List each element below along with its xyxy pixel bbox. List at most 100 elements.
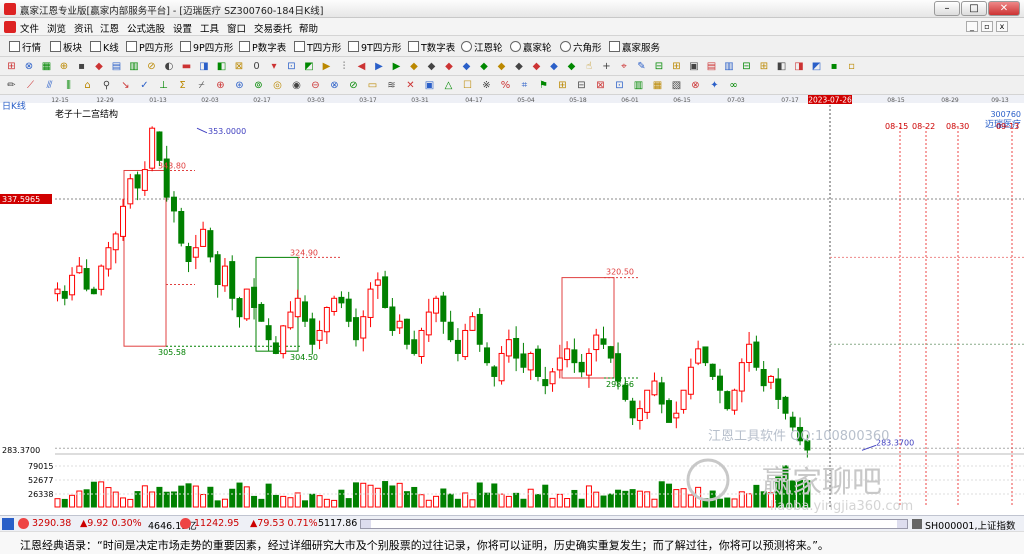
chart-tool-icon[interactable]: ◩ — [304, 61, 315, 72]
chart-tool-icon[interactable]: ⊗ — [24, 61, 35, 72]
chart-tool-icon[interactable]: ☝ — [584, 61, 595, 72]
drawing-tool-icon[interactable]: ⚑ — [538, 80, 549, 91]
grid-menu-icon[interactable] — [2, 518, 14, 530]
chart-tool-icon[interactable]: ◆ — [496, 61, 507, 72]
toolbar-8[interactable]: T数字表 — [421, 40, 455, 54]
chart-tool-icon[interactable]: ⊡ — [286, 61, 297, 72]
toolbar-6[interactable]: T四方形 — [307, 40, 341, 54]
chart-tool-icon[interactable]: ▫ — [846, 61, 857, 72]
toolbar-9[interactable]: 江恩轮 — [474, 40, 503, 54]
drawing-tool-icon[interactable]: ⊖ — [310, 80, 321, 91]
toolbar-7[interactable]: 9T四方形 — [361, 40, 401, 54]
drawing-tool-icon[interactable]: ⊠ — [595, 80, 606, 91]
mdi-restore-button[interactable]: ▫ — [981, 21, 993, 32]
horizontal-scrollbar[interactable] — [360, 519, 908, 529]
maximize-button[interactable]: □ — [961, 1, 987, 16]
kline-chart[interactable]: 12-15 12-29 01-13 02-03 02-17 03-03 03-17 03-31… — [0, 95, 1024, 515]
drawing-tool-icon[interactable]: ⊗ — [329, 80, 340, 91]
drawing-tool-icon[interactable]: ⌗ — [519, 80, 530, 91]
chart-tool-icon[interactable]: ▶ — [374, 61, 385, 72]
chart-tool-icon[interactable]: ◆ — [566, 61, 577, 72]
chart-tool-icon[interactable]: ▬ — [181, 61, 192, 72]
chart-tool-icon[interactable]: ▾ — [269, 61, 280, 72]
chart-tool-icon[interactable]: + — [601, 61, 612, 72]
chart-tool-icon[interactable]: ⌖ — [619, 61, 630, 72]
chart-tool-icon[interactable]: ▣ — [689, 61, 700, 72]
chart-tool-icon[interactable]: ◆ — [444, 61, 455, 72]
toolbar-3[interactable]: P四方形 — [139, 40, 173, 54]
toolbar-11[interactable]: 六角形 — [573, 40, 602, 54]
drawing-tool-icon[interactable]: ▣ — [424, 80, 435, 91]
menu-5[interactable]: 设置 — [173, 21, 192, 35]
drawing-tool-icon[interactable]: % — [500, 80, 511, 91]
drawing-tool-icon[interactable]: ⊟ — [576, 80, 587, 91]
drawing-tool-icon[interactable]: ▭ — [367, 80, 378, 91]
drawing-tool-icon[interactable]: ≋ — [386, 80, 397, 91]
drawing-tool-icon[interactable]: ⊕ — [215, 80, 226, 91]
chart-tool-icon[interactable]: ⊕ — [59, 61, 70, 72]
minimize-button[interactable]: – — [934, 1, 960, 16]
drawing-tool-icon[interactable]: ⊗ — [690, 80, 701, 91]
drawing-tool-icon[interactable]: ⊞ — [557, 80, 568, 91]
mdi-close-button[interactable]: x — [996, 21, 1008, 32]
chart-tool-icon[interactable]: ◆ — [514, 61, 525, 72]
drawing-tool-icon[interactable]: ✏ — [6, 80, 17, 91]
menu-8[interactable]: 交易委托 — [254, 21, 292, 35]
drawing-tool-icon[interactable]: ✕ — [405, 80, 416, 91]
menu-4[interactable]: 公式选股 — [127, 21, 165, 35]
chart-tool-icon[interactable]: ◀ — [356, 61, 367, 72]
menu-7[interactable]: 窗口 — [227, 21, 246, 35]
chart-tool-icon[interactable]: ◆ — [531, 61, 542, 72]
chart-tool-icon[interactable]: ⊠ — [234, 61, 245, 72]
chart-tool-icon[interactable]: ⊞ — [671, 61, 682, 72]
chart-tool-icon[interactable]: ◧ — [776, 61, 787, 72]
drawing-tool-icon[interactable]: ◎ — [272, 80, 283, 91]
chart-tool-icon[interactable]: ▦ — [41, 61, 52, 72]
chart-tool-icon[interactable]: ⊞ — [6, 61, 17, 72]
scroll-right-arrow[interactable] — [897, 520, 907, 528]
drawing-tool-icon[interactable]: ⌂ — [82, 80, 93, 91]
drawing-tool-icon[interactable]: △ — [443, 80, 454, 91]
toolbar-10[interactable]: 赢家轮 — [523, 40, 552, 54]
chart-tool-icon[interactable]: ◆ — [549, 61, 560, 72]
drawing-tool-icon[interactable]: ※ — [481, 80, 492, 91]
chart-tool-icon[interactable]: ◆ — [426, 61, 437, 72]
chart-tool-icon[interactable]: ◆ — [94, 61, 105, 72]
menu-0[interactable]: 文件 — [20, 21, 39, 35]
drawing-tool-icon[interactable]: ⊘ — [348, 80, 359, 91]
chart-tool-icon[interactable]: ⊞ — [759, 61, 770, 72]
chart-tool-icon[interactable]: ▤ — [111, 61, 122, 72]
toolbar-12[interactable]: 赢家服务 — [622, 40, 660, 54]
kline-chart-svg[interactable]: 12-15 12-29 01-13 02-03 02-17 03-03 03-17 03-31… — [0, 95, 1024, 515]
toolbar-0[interactable]: 行情 — [22, 40, 41, 54]
chart-tool-icon[interactable]: ▥ — [724, 61, 735, 72]
chart-tool-icon[interactable]: ◆ — [409, 61, 420, 72]
chart-tool-icon[interactable]: ◧ — [216, 61, 227, 72]
drawing-tool-icon[interactable]: ✓ — [139, 80, 150, 91]
drawing-tool-icon[interactable]: ◉ — [291, 80, 302, 91]
drawing-tool-icon[interactable]: ▧ — [671, 80, 682, 91]
drawing-tool-icon[interactable]: ☐ — [462, 80, 473, 91]
drawing-tool-icon[interactable]: ✦ — [709, 80, 720, 91]
close-button[interactable]: ✕ — [988, 1, 1020, 16]
chart-tool-icon[interactable]: ▥ — [129, 61, 140, 72]
chart-tool-icon[interactable]: ◐ — [164, 61, 175, 72]
chart-tool-icon[interactable]: ▪ — [829, 61, 840, 72]
toolbar-4[interactable]: 9P四方形 — [193, 40, 233, 54]
drawing-tool-icon[interactable]: ▥ — [633, 80, 644, 91]
chart-tool-icon[interactable]: ◩ — [811, 61, 822, 72]
chart-tool-icon[interactable]: ◆ — [461, 61, 472, 72]
drawing-tool-icon[interactable]: ⫼ — [63, 80, 74, 91]
mdi-minimize-button[interactable]: _ — [966, 21, 978, 32]
chart-tool-icon[interactable]: 0 — [251, 61, 262, 72]
chart-tool-icon[interactable]: ⊟ — [741, 61, 752, 72]
toolbar-5[interactable]: P数字表 — [252, 40, 286, 54]
chart-tool-icon[interactable]: ◨ — [794, 61, 805, 72]
chart-tool-icon[interactable]: ⫶ — [339, 61, 350, 72]
menu-9[interactable]: 帮助 — [299, 21, 318, 35]
menu-2[interactable]: 资讯 — [74, 21, 93, 35]
chart-tool-icon[interactable]: ✎ — [636, 61, 647, 72]
chart-tool-icon[interactable]: ◨ — [199, 61, 210, 72]
drawing-tool-icon[interactable]: ⊥ — [158, 80, 169, 91]
toolbar-1[interactable]: 板块 — [63, 40, 82, 54]
